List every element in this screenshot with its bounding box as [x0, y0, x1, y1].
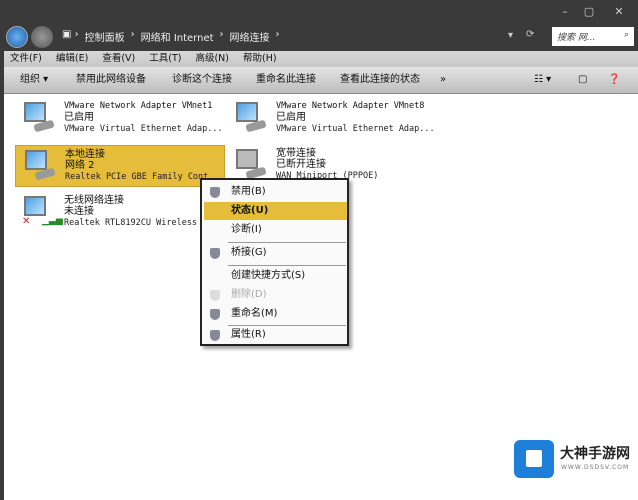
connection-status: 已启用 [64, 112, 94, 123]
window-frame [0, 51, 4, 500]
signal-icon: ▁▃▅ [42, 216, 63, 226]
title-bar: – ▢ ✕ [0, 0, 638, 24]
folder-icon: ▣ › [62, 29, 79, 40]
connection-item[interactable]: VMware Network Adapter VMnet8 已启用 VMware… [227, 98, 437, 140]
connection-item[interactable]: ✕ ▁▃▅ 无线网络连接 未连接 Realtek RTL8192CU Wirel… [15, 192, 225, 234]
menu-item-bridge[interactable]: 桥接(G) [204, 244, 347, 262]
breadcrumb-item[interactable]: 网络和 Internet [141, 29, 214, 44]
organize-button[interactable]: 组织 ▾ [20, 67, 48, 93]
maximize-button[interactable]: ▢ [580, 5, 598, 18]
shield-icon [210, 248, 220, 259]
forward-button[interactable] [31, 26, 53, 48]
menu-advanced[interactable]: 高级(N) [195, 51, 229, 67]
view-options-icon[interactable]: ☷ ▾ [534, 67, 551, 93]
search-input[interactable]: 搜索 网... ⌕ [552, 27, 634, 46]
menu-help[interactable]: 帮助(H) [243, 51, 277, 67]
menu-item-status[interactable]: 状态(U) [204, 202, 347, 220]
shield-icon [210, 330, 220, 341]
watermark-url: WWW.DSDSV.COM [561, 464, 630, 471]
more-button[interactable]: » [440, 67, 446, 93]
menu-item-properties[interactable]: 属性(R) [204, 326, 347, 344]
network-adapter-icon [21, 150, 56, 181]
toolbar: 组织 ▾ 禁用此网络设备 诊断这个连接 重命名此连接 查看此连接的状态 » ☷ … [4, 67, 638, 94]
network-adapter-icon [232, 102, 267, 133]
connection-status: 已启用 [276, 112, 306, 123]
connection-status: 已断开连接 [276, 159, 326, 170]
menu-item-rename[interactable]: 重命名(M) [204, 305, 347, 323]
menu-bar: 文件(F) 编辑(E) 查看(V) 工具(T) 高级(N) 帮助(H) [4, 51, 638, 67]
close-button[interactable]: ✕ [610, 5, 628, 18]
connection-device: VMware Virtual Ethernet Adap... [64, 124, 223, 134]
menu-item-create-shortcut[interactable]: 创建快捷方式(S) [204, 267, 347, 285]
connection-device: Realtek PCIe GBE Family Cont [65, 172, 209, 182]
wireless-adapter-icon: ✕ ▁▃▅ [20, 196, 63, 227]
connection-name: VMware Network Adapter VMnet1 [64, 101, 213, 111]
menu-item-delete: 删除(D) [204, 286, 347, 304]
minimize-button[interactable]: – [556, 5, 574, 18]
watermark-logo [514, 440, 554, 478]
shield-icon [210, 290, 220, 301]
shield-icon [210, 309, 220, 320]
refresh-icon[interactable]: ⟳ [526, 29, 534, 40]
preview-pane-icon[interactable]: ▢ [578, 67, 587, 93]
connection-item[interactable]: VMware Network Adapter VMnet1 已启用 VMware… [15, 98, 225, 140]
view-status-button[interactable]: 查看此连接的状态 [340, 67, 420, 93]
breadcrumb[interactable]: ▣ › 控制面板 › 网络和 Internet › 网络连接 › [62, 29, 280, 44]
rename-button[interactable]: 重命名此连接 [256, 67, 316, 93]
connection-status: 未连接 [64, 206, 94, 217]
separator [228, 265, 346, 266]
menu-view[interactable]: 查看(V) [102, 51, 135, 67]
context-menu: 禁用(B) 状态(U) 诊断(I) 桥接(G) 创建快捷方式(S) 删除(D) … [200, 178, 349, 346]
connection-name: VMware Network Adapter VMnet8 [276, 101, 425, 111]
connection-name: 无线网络连接 [64, 195, 124, 206]
menu-tools[interactable]: 工具(T) [149, 51, 181, 67]
menu-edit[interactable]: 编辑(E) [56, 51, 88, 67]
broadband-icon [232, 149, 267, 180]
connection-device: Realtek RTL8192CU Wireless L [64, 218, 208, 228]
watermark-name: 大神手游网 [560, 446, 630, 462]
connection-status: 网络 2 [65, 160, 95, 171]
search-icon: ⌕ [623, 30, 629, 40]
back-button[interactable] [6, 26, 28, 48]
disable-device-button[interactable]: 禁用此网络设备 [76, 67, 146, 93]
diagnose-button[interactable]: 诊断这个连接 [172, 67, 232, 93]
connection-device: VMware Virtual Ethernet Adap... [276, 124, 435, 134]
menu-item-disable[interactable]: 禁用(B) [204, 183, 347, 201]
menu-item-diagnose[interactable]: 诊断(I) [204, 221, 347, 239]
breadcrumb-item[interactable]: 控制面板 [85, 29, 125, 44]
help-icon[interactable]: ❓ [608, 67, 620, 93]
disconnected-icon: ✕ [22, 216, 31, 227]
dropdown-icon[interactable]: ▾ [508, 30, 513, 41]
breadcrumb-item[interactable]: 网络连接 [230, 29, 270, 44]
shield-icon [210, 187, 220, 198]
menu-file[interactable]: 文件(F) [10, 51, 42, 67]
address-bar: ▣ › 控制面板 › 网络和 Internet › 网络连接 › ▾ ⟳ 搜索 网..… [0, 24, 638, 51]
connection-name: 本地连接 [65, 149, 105, 160]
connection-item-selected[interactable]: 本地连接 网络 2 Realtek PCIe GBE Family Cont [15, 145, 225, 187]
network-adapter-icon [20, 102, 55, 133]
separator [228, 242, 346, 243]
connection-name: 宽带连接 [276, 148, 316, 159]
